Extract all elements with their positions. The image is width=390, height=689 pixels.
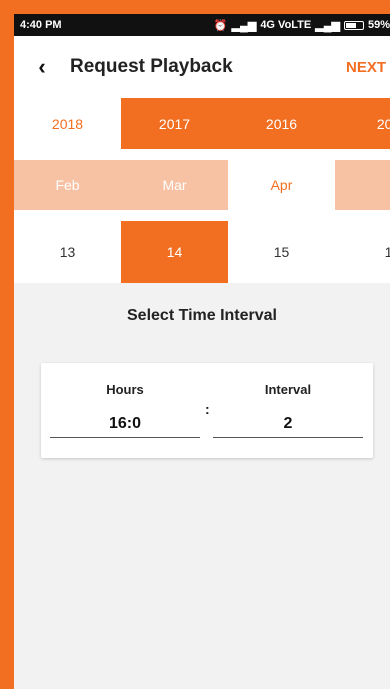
time-separator: : <box>205 401 210 417</box>
strip-divider <box>14 210 390 221</box>
year-selector: 2018 2017 2016 201 <box>14 98 390 149</box>
day-selector: 13 14 15 1 <box>14 221 390 283</box>
month-selector: Feb Mar Apr <box>14 160 390 210</box>
day-item[interactable]: 13 <box>14 221 121 283</box>
network-label: 4G VoLTE <box>260 19 312 31</box>
year-item[interactable]: 2017 <box>121 98 228 149</box>
hours-label: Hours <box>106 382 144 397</box>
alarm-icon: ⏰ <box>213 19 228 32</box>
chevron-left-icon: ‹ <box>38 54 46 79</box>
day-item[interactable]: 14 <box>121 221 228 283</box>
phone-screen: 4:40 PM ⏰ ▂▄▆ 4G VoLTE ▂▄▆ 59% ‹ Request… <box>14 14 390 689</box>
time-interval-card: Hours 16:0 : Interval 2 <box>41 363 373 458</box>
interval-label: Interval <box>264 382 312 397</box>
battery-level: 59% <box>367 19 390 31</box>
page-title: Request Playback <box>70 56 233 77</box>
month-item[interactable]: Apr <box>228 160 335 210</box>
status-indicators: ⏰ ▂▄▆ 4G VoLTE ▂▄▆ 59% <box>214 19 390 32</box>
interval-field: Interval 2 <box>213 363 363 458</box>
signal-icon: ▂▄▆ <box>231 19 257 32</box>
app-header: ‹ Request Playback NEXT <box>14 36 390 98</box>
day-item[interactable]: 15 <box>228 221 335 283</box>
strip-divider <box>14 149 390 160</box>
status-bar: 4:40 PM ⏰ ▂▄▆ 4G VoLTE ▂▄▆ 59% <box>14 14 390 36</box>
year-item[interactable]: 201 <box>335 98 390 149</box>
status-time: 4:40 PM <box>20 19 62 31</box>
signal-icon-2: ▂▄▆ <box>315 19 340 32</box>
month-item[interactable] <box>335 160 390 210</box>
month-item[interactable]: Mar <box>121 160 228 210</box>
year-item[interactable]: 2018 <box>14 98 121 149</box>
interval-input[interactable]: 2 <box>213 415 363 438</box>
back-button[interactable]: ‹ <box>14 36 70 98</box>
year-item[interactable]: 2016 <box>228 98 335 149</box>
hours-input[interactable]: 16:0 <box>50 415 200 438</box>
next-button[interactable]: NEXT <box>346 36 386 98</box>
hours-field: Hours 16:0 <box>50 363 200 458</box>
day-item[interactable]: 1 <box>335 221 390 283</box>
section-title: Select Time Interval <box>127 307 277 324</box>
battery-icon <box>343 20 364 30</box>
month-item[interactable]: Feb <box>14 160 121 210</box>
